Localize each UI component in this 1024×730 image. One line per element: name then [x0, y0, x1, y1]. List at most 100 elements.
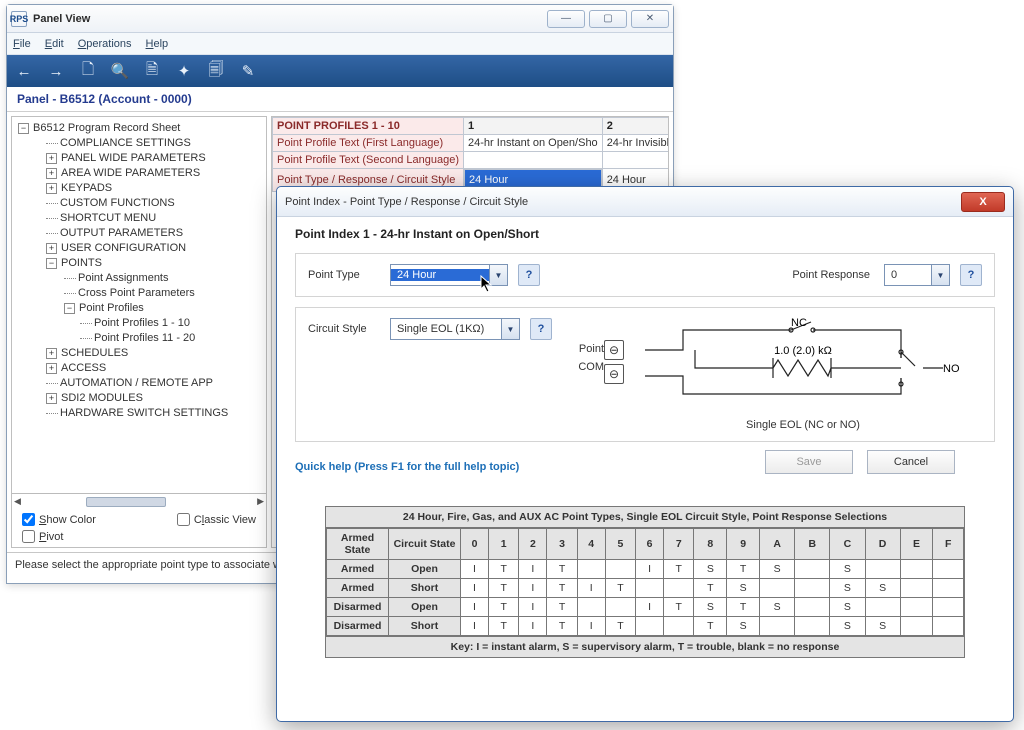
quick-help-link[interactable]: Quick help (Press F1 for the full help t… — [295, 461, 519, 473]
menu-edit[interactable]: Edit — [45, 38, 64, 50]
response-table: 24 Hour, Fire, Gas, and AUX AC Point Typ… — [325, 506, 965, 658]
collapse-icon[interactable]: − — [46, 258, 57, 269]
expand-icon[interactable]: + — [46, 363, 57, 374]
chevron-down-icon: ▼ — [489, 265, 507, 285]
tree-item[interactable]: COMPLIANCE SETTINGS — [14, 136, 264, 151]
menu-operations[interactable]: Operations — [78, 38, 132, 50]
expand-icon[interactable]: + — [46, 183, 57, 194]
edit-icon[interactable]: ✎ — [237, 60, 259, 82]
menubar: File Edit Operations Help — [7, 33, 673, 55]
help-icon[interactable]: ? — [960, 264, 982, 286]
circuit-style-group: Circuit Style Single EOL (1KΩ) ▼ ? Point… — [295, 307, 995, 442]
point-type-select[interactable]: 24 Hour ▼ — [390, 264, 508, 286]
tree-item[interactable]: +ACCESS — [14, 361, 264, 376]
tree-item[interactable]: −Point Profiles — [14, 301, 264, 316]
forward-icon[interactable]: → — [45, 60, 67, 82]
help-icon[interactable]: ? — [530, 318, 552, 340]
grid-cell[interactable]: 24-hr Instant on Open/Sho — [464, 135, 603, 152]
grid-column-header[interactable]: 1 — [464, 118, 603, 135]
svg-text:1.0 (2.0) kΩ: 1.0 (2.0) kΩ — [774, 345, 832, 357]
grid-column-header[interactable]: POINT PROFILES 1 - 10 — [273, 118, 464, 135]
nav-tree[interactable]: −B6512 Program Record SheetCOMPLIANCE SE… — [12, 117, 266, 493]
tree-item[interactable]: SHORTCUT MENU — [14, 211, 264, 226]
dialog-title: Point Index - Point Type / Response / Ci… — [285, 196, 528, 208]
circuit-diagram: NC NO 1.0 (2.0) kΩ Single EOL (NC or NO) — [624, 318, 982, 431]
window-title: Panel View — [33, 13, 90, 25]
tree-item[interactable]: HARDWARE SWITCH SETTINGS — [14, 406, 264, 421]
tree-item[interactable]: +SDI2 MODULES — [14, 391, 264, 406]
tree-item[interactable]: Cross Point Parameters — [14, 286, 264, 301]
back-icon[interactable]: ← — [13, 60, 35, 82]
tree-item[interactable]: +SCHEDULES — [14, 346, 264, 361]
tree-item[interactable]: +KEYPADS — [14, 181, 264, 196]
tree-item[interactable]: Point Profiles 11 - 20 — [14, 331, 264, 346]
save-button[interactable]: Save — [765, 450, 853, 474]
puzzle-icon[interactable]: ✦ — [173, 60, 195, 82]
tree-item[interactable]: Point Profiles 1 - 10 — [14, 316, 264, 331]
grid-cell[interactable]: 24-hr Invisible/Si — [602, 135, 669, 152]
chevron-down-icon: ▼ — [931, 265, 949, 285]
terminal-point-label: Point — [566, 343, 604, 355]
response-table-caption: 24 Hour, Fire, Gas, and AUX AC Point Typ… — [326, 507, 964, 528]
help-icon[interactable]: ? — [518, 264, 540, 286]
expand-icon[interactable]: + — [46, 153, 57, 164]
collapse-icon[interactable]: − — [18, 123, 29, 134]
circuit-style-label: Circuit Style — [308, 323, 380, 335]
dialog-heading: Point Index 1 - 24-hr Instant on Open/Sh… — [295, 227, 995, 241]
grid-cell[interactable] — [602, 152, 669, 169]
point-response-select[interactable]: 0 ▼ — [884, 264, 950, 286]
terminal-com-icon: ⊖ — [604, 364, 624, 384]
collapse-icon[interactable]: − — [64, 303, 75, 314]
search-icon[interactable]: 🔍 — [109, 60, 131, 82]
tree-item[interactable]: +AREA WIDE PARAMETERS — [14, 166, 264, 181]
classic-view-checkbox[interactable]: Classic View — [177, 513, 256, 526]
chevron-down-icon: ▼ — [501, 319, 519, 339]
menu-file[interactable]: File — [13, 38, 31, 50]
preview-icon[interactable]: 🗋 — [77, 60, 99, 82]
response-table-key: Key: I = instant alarm, S = supervisory … — [326, 636, 964, 657]
dialog-close-button[interactable]: X — [961, 192, 1005, 212]
titlebar: RPS Panel View — ▢ ✕ — [7, 5, 673, 33]
tree-item[interactable]: +PANEL WIDE PARAMETERS — [14, 151, 264, 166]
expand-icon[interactable]: + — [46, 393, 57, 404]
cancel-button[interactable]: Cancel — [867, 450, 955, 474]
tree-item[interactable]: +USER CONFIGURATION — [14, 241, 264, 256]
show-color-checkbox[interactable]: Show Color — [22, 513, 96, 526]
expand-icon[interactable]: + — [46, 243, 57, 254]
circuit-style-select[interactable]: Single EOL (1KΩ) ▼ — [390, 318, 520, 340]
tree-item[interactable]: AUTOMATION / REMOTE APP — [14, 376, 264, 391]
point-response-label: Point Response — [792, 269, 870, 281]
tree-item[interactable]: OUTPUT PARAMETERS — [14, 226, 264, 241]
nav-tree-pane: −B6512 Program Record SheetCOMPLIANCE SE… — [11, 116, 267, 548]
point-type-label: Point Type — [308, 269, 380, 281]
svg-text:NO: NO — [943, 363, 960, 375]
point-index-dialog: Point Index - Point Type / Response / Ci… — [276, 186, 1014, 722]
dialog-titlebar: Point Index - Point Type / Response / Ci… — [277, 187, 1013, 217]
close-button[interactable]: ✕ — [631, 10, 669, 28]
terminal-point-icon: ⊖ — [604, 340, 624, 360]
report-icon[interactable]: 🗐 — [205, 60, 227, 82]
lock-page-icon[interactable]: 🗎 — [141, 60, 163, 82]
menu-help[interactable]: Help — [146, 38, 169, 50]
pivot-checkbox[interactable]: Pivot — [22, 530, 63, 543]
tree-item[interactable]: Point Assignments — [14, 271, 264, 286]
grid-row-header[interactable]: Point Profile Text (Second Language) — [273, 152, 464, 169]
grid-row-header[interactable]: Point Profile Text (First Language) — [273, 135, 464, 152]
tree-h-scrollbar[interactable] — [12, 493, 266, 509]
expand-icon[interactable]: + — [46, 168, 57, 179]
app-icon: RPS — [11, 11, 27, 27]
tree-item[interactable]: CUSTOM FUNCTIONS — [14, 196, 264, 211]
point-type-response-group: Point Type 24 Hour ▼ ? Point Response 0 … — [295, 253, 995, 297]
terminal-com-label: COM — [566, 361, 604, 373]
expand-icon[interactable]: + — [46, 348, 57, 359]
tree-item[interactable]: −POINTS — [14, 256, 264, 271]
panel-header: Panel - B6512 (Account - 0000) — [7, 87, 673, 112]
grid-column-header[interactable]: 2 — [602, 118, 669, 135]
grid-cell[interactable] — [464, 152, 603, 169]
point-profiles-grid[interactable]: POINT PROFILES 1 - 1012 Point Profile Tex… — [272, 117, 669, 192]
maximize-button[interactable]: ▢ — [589, 10, 627, 28]
diagram-caption: Single EOL (NC or NO) — [624, 419, 982, 431]
minimize-button[interactable]: — — [547, 10, 585, 28]
svg-text:NC: NC — [791, 318, 807, 329]
toolbar: ← → 🗋 🔍 🗎 ✦ 🗐 ✎ — [7, 55, 673, 87]
